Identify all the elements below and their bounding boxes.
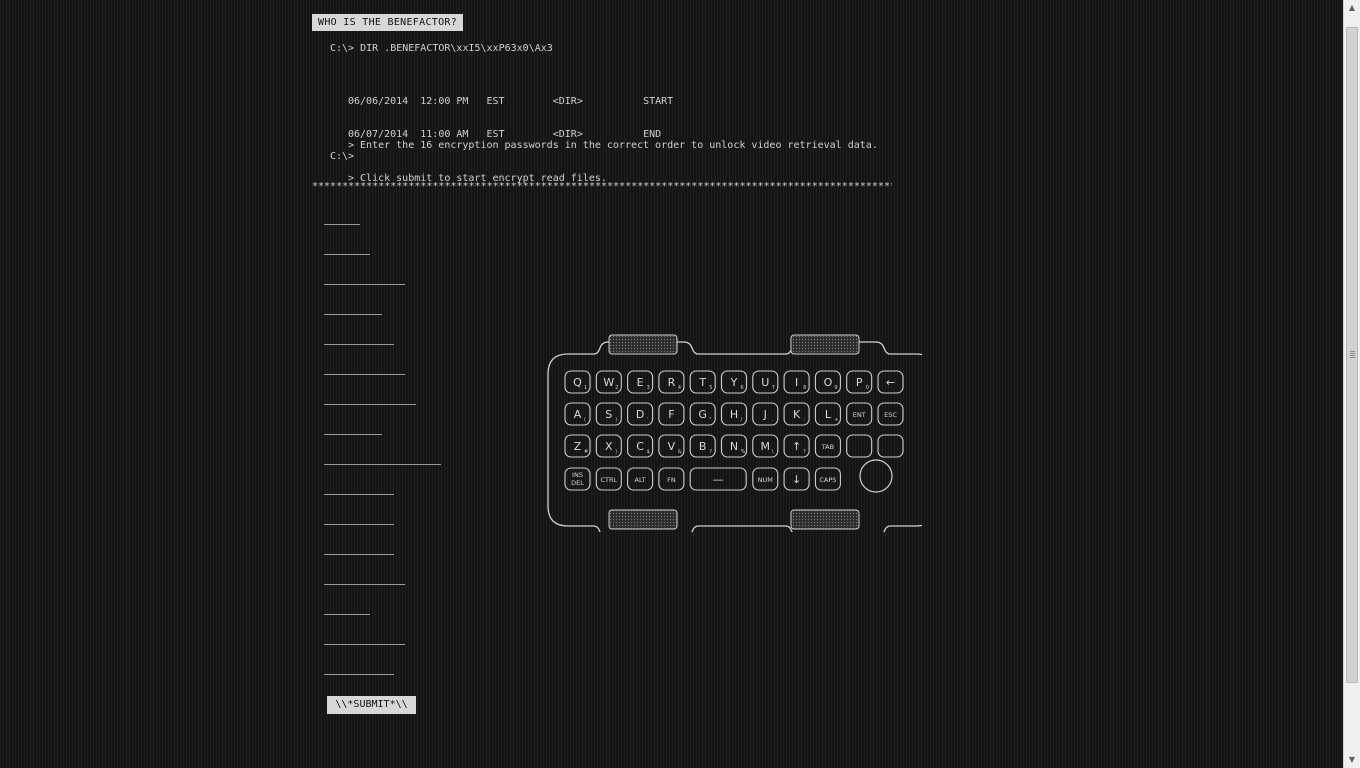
keyboard-key-label: ENT — [853, 411, 866, 419]
keyboard-key-sublabel: + — [834, 417, 838, 423]
keyboard-key-label: F — [668, 408, 674, 421]
password-field-4[interactable] — [324, 304, 382, 315]
keyboard-key-label: ALT — [635, 476, 646, 484]
password-field-11[interactable] — [324, 514, 394, 525]
keyboard-key-sublabel: 8 — [803, 385, 806, 391]
keyboard-key-label: Q — [573, 376, 582, 389]
keyboard-key-sublabel: / — [741, 417, 743, 423]
keyboard-key — [846, 434, 873, 458]
keyboard-key-label: P — [856, 376, 863, 389]
keyboard-key-label: G — [698, 408, 707, 421]
keyboard-key-sublabel: . — [678, 417, 680, 423]
keyboard-key-label: T — [698, 376, 706, 389]
keyboard-key-sublabel: 1 — [584, 385, 587, 391]
keyboard-key-sublabel: % — [741, 449, 746, 455]
keyboard-key-label: NUM — [758, 476, 773, 484]
scroll-up-arrow-icon[interactable]: ▲ — [1344, 0, 1360, 16]
keyboard-icon: Q 1 W 2 E 3 R 4 T 5 Y 6 U 7 I 8 O 9 P 0 ← A( S) D ' F. G " H / J. K: L + E… — [547, 334, 922, 532]
keyboard-key-label: DEL — [571, 479, 584, 487]
trackball-icon — [859, 459, 893, 493]
keyboard-key-sublabel: 7 — [772, 385, 775, 391]
keyboard-key-label: H — [730, 408, 738, 421]
keyboard-key-sublabel: ' — [647, 417, 648, 423]
instruction-line: > Enter the 16 encryption passwords in t… — [348, 140, 878, 151]
password-field-7[interactable] — [324, 394, 416, 405]
keyboard-key-label: Y — [730, 376, 738, 389]
keyboard-key-label: J — [763, 408, 767, 421]
dir-row-start: 06/06/2014 12:00 PM EST <DIR> START — [348, 96, 674, 107]
keyboard-key-label: X — [605, 440, 613, 453]
keyboard-key-label: B — [699, 440, 707, 453]
scrollbar[interactable]: ▲ ▼ — [1343, 0, 1360, 768]
scrollbar-thumb[interactable] — [1346, 27, 1358, 683]
keyboard-key-sublabel: " — [709, 417, 711, 423]
keyboard-key-sublabel: 2 — [615, 385, 618, 391]
password-field-3[interactable] — [324, 274, 405, 285]
keyboard-key-label: U — [761, 376, 769, 389]
keyboard-key-label: ← — [886, 376, 895, 389]
keyboard-key-label: CAPS — [819, 476, 836, 484]
password-field-6[interactable] — [324, 364, 405, 375]
page-title: WHO IS THE BENEFACTOR? — [312, 14, 463, 31]
password-field-13[interactable] — [324, 574, 405, 585]
terminal-prompt: C:\> — [330, 151, 355, 162]
keyboard-key-label: K — [793, 408, 801, 421]
keyboard-key-sublabel: & — [678, 449, 682, 455]
keyboard-key-label: E — [637, 376, 644, 389]
keyboard-key-label: C — [636, 440, 644, 453]
submit-button[interactable]: \\*SUBMIT*\\ — [327, 696, 416, 714]
password-field-2[interactable] — [324, 244, 370, 255]
password-field-10[interactable] — [324, 484, 394, 495]
keyboard-key-sublabel: . — [772, 417, 774, 423]
keyboard-key-label: M — [761, 440, 771, 453]
keyboard-key-sublabel: # — [584, 449, 588, 455]
keyboard-key-label: I — [795, 376, 798, 389]
password-field-16[interactable] — [324, 664, 394, 675]
keyboard-key-sublabel: ? — [709, 449, 712, 455]
keyboard-key-sublabel: 5 — [709, 385, 712, 391]
password-field-1[interactable] — [324, 214, 360, 225]
keyboard-key-label: TAB — [821, 443, 834, 451]
separator-line: ****************************************… — [312, 181, 892, 192]
keyboard-key-sublabel: 9 — [834, 385, 837, 391]
keyboard-key-sublabel: 3 — [647, 385, 650, 391]
keyboard-key-label: R — [668, 376, 676, 389]
keyboard-key-label: O — [824, 376, 833, 389]
password-field-9[interactable] — [324, 454, 441, 465]
keyboard-key-label: W — [603, 376, 614, 389]
keyboard-key-sublabel: ( — [584, 417, 586, 423]
keyboard-key-label: ESC — [884, 411, 897, 419]
password-field-12[interactable] — [324, 544, 394, 555]
keyboard-key-label: S — [605, 408, 612, 421]
password-field-14[interactable] — [324, 604, 370, 615]
keyboard-key-sublabel: $ — [647, 449, 650, 455]
keyboard-key-label: — — [713, 473, 724, 486]
keyboard-key — [877, 434, 904, 458]
keyboard-key-label: V — [668, 440, 676, 453]
keyboard-key-sublabel: : — [803, 417, 805, 423]
keyboard-key-label: CTRL — [600, 476, 617, 484]
keyboard-key-sublabel: 4 — [678, 385, 681, 391]
keyboard-key-label: Z — [574, 440, 582, 453]
keyboard-key-sublabel: 0 — [866, 385, 869, 391]
password-field-5[interactable] — [324, 334, 394, 345]
keyboard-key-label: D — [636, 408, 644, 421]
keyboard-key-sublabel: ) — [615, 449, 617, 455]
keyboard-key-sublabel: ) — [615, 417, 617, 423]
keyboard-key-sublabel: 6 — [741, 385, 744, 391]
keyboard-key-label: L — [825, 408, 832, 421]
keyboard-key-label: A — [574, 408, 582, 421]
keyboard-key-label: ↑ — [792, 440, 801, 453]
password-field-15[interactable] — [324, 634, 405, 645]
password-field-8[interactable] — [324, 424, 382, 435]
keyboard-key-sublabel: ? — [803, 449, 806, 455]
terminal-command: C:\> DIR .BENEFACTOR\xxI5\xxP63x0\Ax3 — [330, 43, 553, 54]
scroll-down-arrow-icon[interactable]: ▼ — [1344, 752, 1360, 768]
keyboard-key-label: N — [730, 440, 738, 453]
keyboard-key-sublabel: \ — [772, 449, 774, 455]
keyboard-key-label: ↓ — [792, 473, 801, 486]
keyboard-key-label: INS — [572, 471, 583, 479]
keyboard-key-label: FN — [667, 476, 676, 484]
